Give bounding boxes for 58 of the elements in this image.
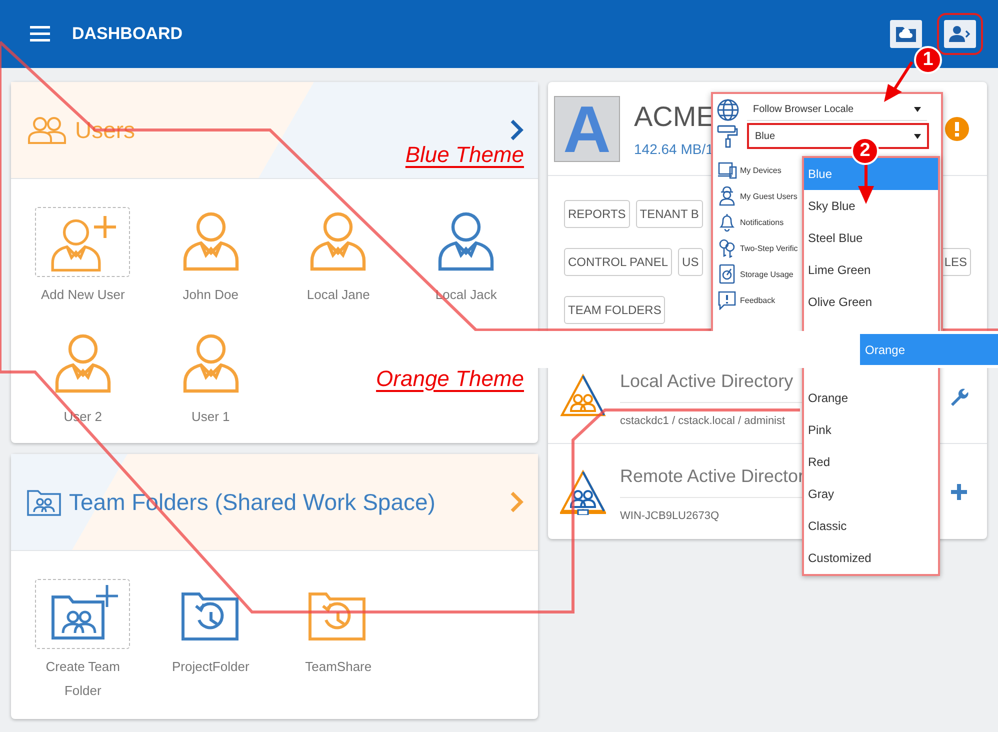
callout-arrow [856,162,876,206]
directory-detail: WIN-JCB9LU2673Q [620,509,720,522]
guest-user-icon [717,186,737,206]
storage-usage: 142.64 MB/1 [634,140,714,156]
bell-icon [717,212,737,232]
feedback-icon [717,290,737,310]
create-folder-tile[interactable] [35,579,130,649]
tenant-button[interactable]: US [678,248,703,276]
tenant-button[interactable]: TEAM FOLDERS [564,296,666,324]
folder-name: Create Team Folder [44,658,121,700]
network-directory-icon [560,468,606,514]
people-icon [27,115,67,145]
menu-item[interactable]: Storage Usage [740,270,794,278]
directory-detail: cstackdc1 / cstack.local / administ [620,414,786,427]
add-user-tile[interactable] [35,207,130,277]
paint-roller-icon [717,124,739,148]
menu-item[interactable]: Feedback [740,296,776,304]
theme-option[interactable]: Classic [804,510,938,542]
theme-option[interactable]: Olive Green [804,286,938,318]
globe-icon [717,99,739,121]
folder-name: TeamShare [304,658,373,676]
menu-item[interactable]: Notifications [740,218,784,226]
theme-option[interactable]: Sky Blue [804,190,938,222]
tenant-button[interactable]: TENANT B [636,200,703,228]
alert-icon[interactable] [945,116,969,140]
theme-option[interactable]: Customized [804,542,938,574]
user-name: Add New User [40,286,126,304]
callout-badge: 1 [914,46,942,74]
chevron-right-icon[interactable] [510,119,524,141]
theme-option[interactable]: Pink [804,414,938,446]
tenant-logo: A [554,96,620,162]
keys-icon [717,238,737,258]
user-name: User 1 [190,408,231,426]
person-arrow-icon [949,25,971,43]
folder-button[interactable] [890,20,922,48]
plus-icon[interactable] [949,482,969,502]
directory-icon [560,373,606,419]
people-folder-icon [27,488,61,516]
folder-icon [895,25,917,43]
annotation-label: Blue Theme [405,142,524,168]
tenant-button[interactable]: REPORTS [564,200,630,228]
wrench-icon[interactable] [949,386,969,406]
language-select[interactable]: Follow Browser Locale [747,100,927,120]
user-name: Local Jane [306,286,371,304]
folder-name: ProjectFolder [170,658,250,676]
user-name: John Doe [182,286,240,304]
annotation-label: Orange Theme [376,366,524,392]
tenant-name: ACME [634,100,715,132]
caret-icon [914,107,921,112]
menu-item[interactable]: Two-Step Verific [740,244,798,252]
caret-icon [914,134,921,138]
devices-icon [717,160,737,180]
page-title: DASHBOARD [72,24,184,44]
menu-item[interactable]: My Guest Users [740,192,798,200]
account-button[interactable] [944,20,976,48]
tenant-button[interactable]: CONTROL PANEL [564,248,672,276]
menu-item[interactable]: My Devices [740,166,782,174]
menu-icon[interactable] [30,26,50,42]
